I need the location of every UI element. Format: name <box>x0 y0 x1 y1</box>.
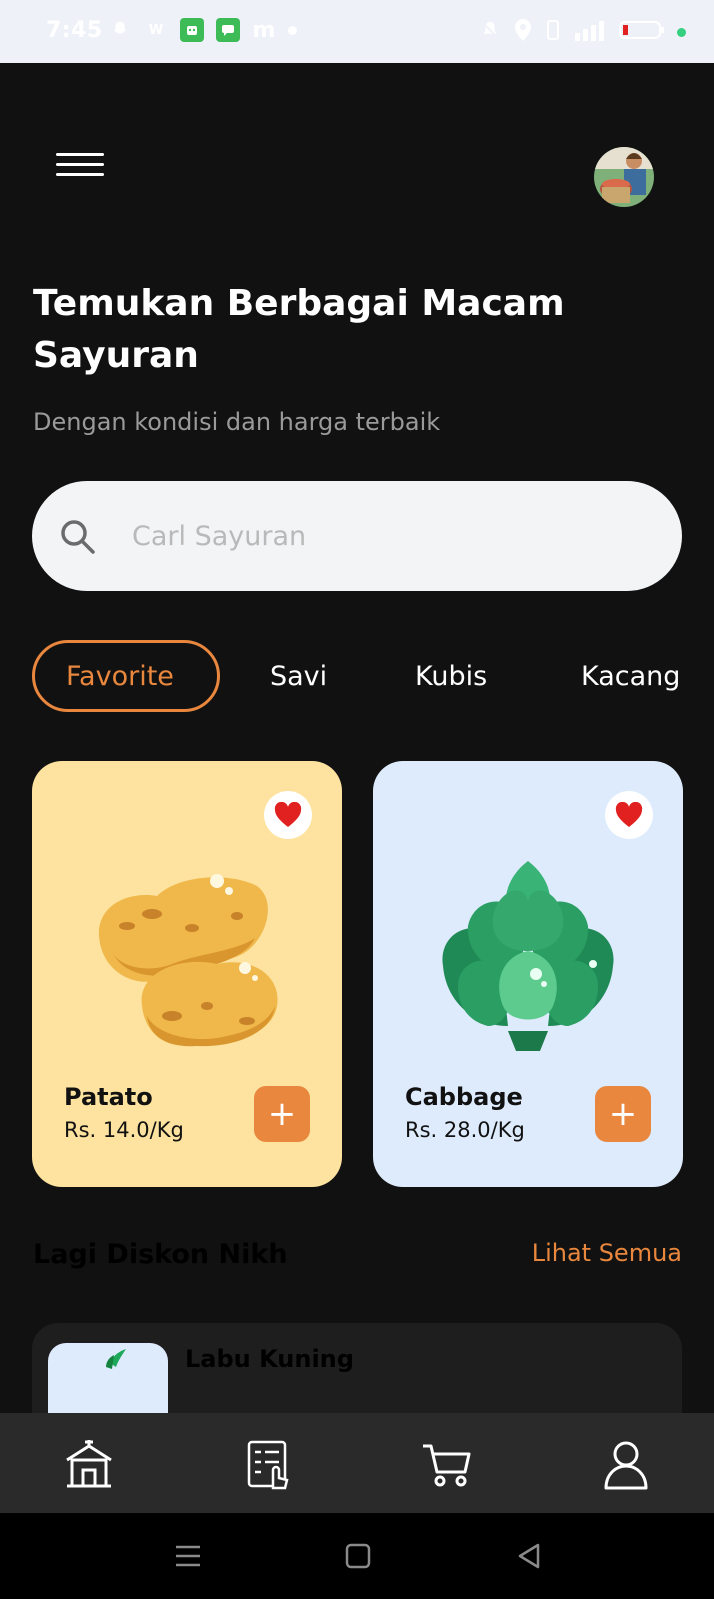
recent-apps-button[interactable] <box>173 1541 203 1571</box>
home-system-button[interactable] <box>343 1541 373 1571</box>
avatar[interactable] <box>594 147 654 207</box>
status-right-icons <box>479 18 686 46</box>
nav-profile[interactable] <box>600 1438 652 1490</box>
cart-icon <box>421 1444 473 1494</box>
nav-orders[interactable] <box>243 1438 295 1490</box>
messages-icon <box>216 18 240 42</box>
mail-m-icon: m <box>252 17 276 43</box>
nav-home[interactable] <box>63 1438 115 1490</box>
app-screen: Temukan Berbagai Macam Sayuran Dengan ko… <box>0 63 714 1413</box>
favorite-heart-icon[interactable] <box>264 791 312 839</box>
cabbage-icon <box>428 856 628 1056</box>
bottom-nav <box>0 1413 714 1513</box>
category-tabs: Favorite Savi Kubis Kacang <box>32 640 682 714</box>
product-name: Cabbage <box>405 1083 523 1111</box>
nav-cart[interactable] <box>421 1438 473 1490</box>
status-left-icons: W m <box>108 17 297 43</box>
location-icon <box>513 18 533 46</box>
list-item[interactable]: Labu Kuning <box>32 1323 682 1413</box>
notification-dot-icon <box>288 25 297 35</box>
active-dot-icon <box>677 27 686 37</box>
product-card-cabbage[interactable]: Cabbage Rs. 28.0/Kg + <box>373 761 683 1187</box>
pumpkin-icon <box>48 1343 168 1413</box>
signal-icon <box>573 19 607 45</box>
add-to-cart-button[interactable]: + <box>595 1086 651 1142</box>
status-bar: 7:45 W m <box>0 0 714 63</box>
search-icon <box>58 517 98 557</box>
search-bar[interactable] <box>32 481 682 591</box>
status-time: 7:45 <box>46 18 103 43</box>
tokopedia-icon <box>180 18 204 42</box>
see-all-link[interactable]: Lihat Semua <box>532 1239 682 1267</box>
wechat-icon: W <box>148 22 164 38</box>
discount-section-title: Lagi Diskon Nikh <box>33 1239 288 1270</box>
tab-kacang[interactable]: Kacang <box>581 640 680 712</box>
add-to-cart-button[interactable]: + <box>254 1086 310 1142</box>
list-item-name: Labu Kuning <box>185 1345 354 1373</box>
snapchat-icon <box>108 18 132 42</box>
menu-button[interactable] <box>56 153 104 183</box>
square-icon <box>343 1543 373 1575</box>
page-subtitle: Dengan kondisi dan harga terbaik <box>33 408 441 436</box>
product-card-potato[interactable]: Patato Rs. 14.0/Kg + <box>32 761 342 1187</box>
search-input[interactable] <box>132 511 652 561</box>
back-button[interactable] <box>514 1541 544 1571</box>
home-icon <box>63 1440 115 1494</box>
mute-icon <box>479 19 501 45</box>
battery-icon <box>619 19 665 45</box>
favorite-heart-icon[interactable] <box>605 791 653 839</box>
vibrate-icon <box>545 19 561 45</box>
tab-kubis[interactable]: Kubis <box>415 640 487 712</box>
orders-icon <box>243 1440 295 1494</box>
potato-icon <box>87 856 287 1056</box>
profile-icon <box>600 1441 652 1494</box>
page-title: Temukan Berbagai Macam Sayuran <box>33 283 565 376</box>
back-triangle-icon <box>514 1543 544 1575</box>
menu-line-icon <box>56 173 104 176</box>
product-price: Rs. 14.0/Kg <box>64 1118 184 1142</box>
menu-line-icon <box>56 153 104 156</box>
system-nav-bar <box>0 1513 714 1599</box>
tab-savi[interactable]: Savi <box>270 640 327 712</box>
product-name: Patato <box>64 1083 153 1111</box>
menu-line-icon <box>56 163 104 166</box>
product-price: Rs. 28.0/Kg <box>405 1118 525 1142</box>
menu-lines-icon <box>173 1545 203 1575</box>
tab-favorite[interactable]: Favorite <box>32 640 220 712</box>
